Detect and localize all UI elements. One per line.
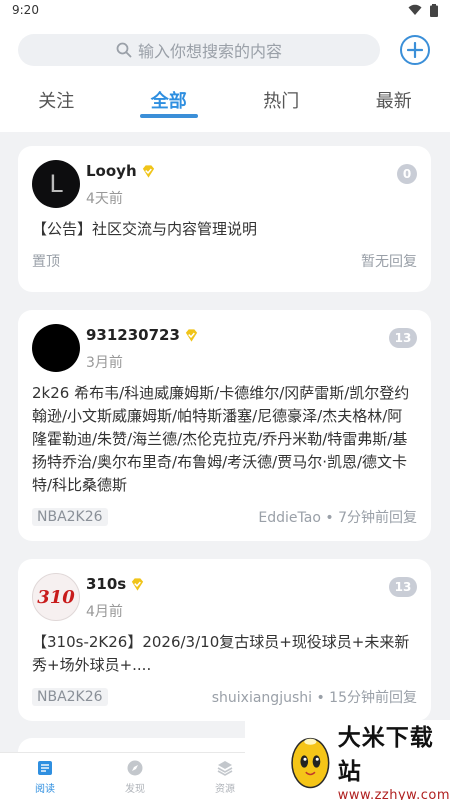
tab-hot[interactable]: 热门 (225, 84, 338, 120)
nav-read[interactable]: 阅读 (0, 753, 90, 800)
tab-latest[interactable]: 最新 (338, 84, 450, 120)
post-content[interactable]: 【310s-2K26】2026/3/10复古球员+现役球员+未来新秀+场外球员+… (32, 631, 417, 677)
layers-icon (217, 760, 233, 776)
username[interactable]: 931230723 (86, 326, 180, 344)
watermark-title: 大米下载站 (337, 724, 434, 785)
status-icons (408, 3, 438, 17)
reply-info: shuixiangjushi • 15分钟前回复 (211, 690, 417, 706)
top-bar: 9:20 输入你想搜索的内容 关注 全部 热门 最新 (0, 0, 450, 132)
nav-label: 发现 (125, 783, 145, 795)
add-post-button[interactable] (400, 35, 430, 65)
post-time: 3月前 (86, 355, 123, 371)
verified-icon (185, 328, 198, 342)
post-feed: L Looyh 4天前 0 【公告】社区交流与内容管理说明 置顶 暂无回复 93… (18, 146, 431, 739)
tab-all[interactable]: 全部 (113, 84, 226, 120)
nav-discover[interactable]: 发现 (90, 753, 180, 800)
username[interactable]: 310s (86, 575, 126, 593)
book-icon (38, 760, 52, 775)
avatar[interactable]: 310 (32, 573, 80, 621)
status-bar: 9:20 (0, 0, 450, 20)
nav-label: 资源 (215, 783, 235, 795)
avatar[interactable]: L (32, 160, 80, 208)
reply-info: 暂无回复 (361, 254, 417, 270)
reply-count-badge: 13 (389, 328, 417, 348)
post-card[interactable]: L Looyh 4天前 0 【公告】社区交流与内容管理说明 置顶 暂无回复 (18, 146, 431, 292)
post-content[interactable]: 【公告】社区交流与内容管理说明 (32, 218, 417, 241)
avatar-logo-text: 310 (37, 586, 75, 608)
reply-count-badge: 0 (397, 164, 417, 184)
avatar-letter: L (49, 170, 63, 198)
verified-icon (142, 164, 154, 178)
avatar[interactable] (32, 324, 80, 372)
reply-info: EddieTao • 7分钟前回复 (258, 510, 417, 526)
reply-count-badge: 13 (389, 577, 417, 597)
post-card[interactable]: 931230723 3月前 13 2k26 希布韦/科迪威廉姆斯/卡德维尔/冈萨… (18, 310, 431, 541)
category-tag[interactable]: NBA2K26 (32, 688, 108, 706)
feed-tabs: 关注 全部 热门 最新 (0, 84, 450, 120)
post-time: 4月前 (86, 604, 123, 620)
nav-label: 阅读 (35, 783, 55, 795)
pinned-tag: 置顶 (32, 254, 60, 270)
watermark: 大米下载站 www.zzhyw.com (245, 720, 450, 800)
search-input[interactable]: 输入你想搜索的内容 (18, 34, 380, 66)
watermark-url: www.zzhyw.com (337, 787, 450, 800)
category-tag[interactable]: NBA2K26 (32, 508, 108, 526)
verified-icon (132, 577, 144, 591)
status-time: 9:20 (12, 3, 39, 17)
tab-following[interactable]: 关注 (0, 84, 113, 120)
search-placeholder: 输入你想搜索的内容 (137, 42, 282, 61)
plus-icon (407, 42, 423, 58)
search-icon (116, 42, 132, 58)
compass-icon (127, 760, 143, 775)
post-card[interactable]: 310 310s 4月前 13 【310s-2K26】2026/3/10复古球员… (18, 559, 431, 721)
username[interactable]: Looyh (86, 162, 137, 180)
egg-mascot-icon (291, 737, 330, 789)
wifi-icon (408, 4, 422, 15)
post-time: 4天前 (86, 191, 123, 207)
post-content[interactable]: 2k26 希布韦/科迪威廉姆斯/卡德维尔/冈萨雷斯/凯尔登约翰逊/小文斯威廉姆斯… (32, 382, 417, 497)
battery-icon (430, 3, 438, 17)
